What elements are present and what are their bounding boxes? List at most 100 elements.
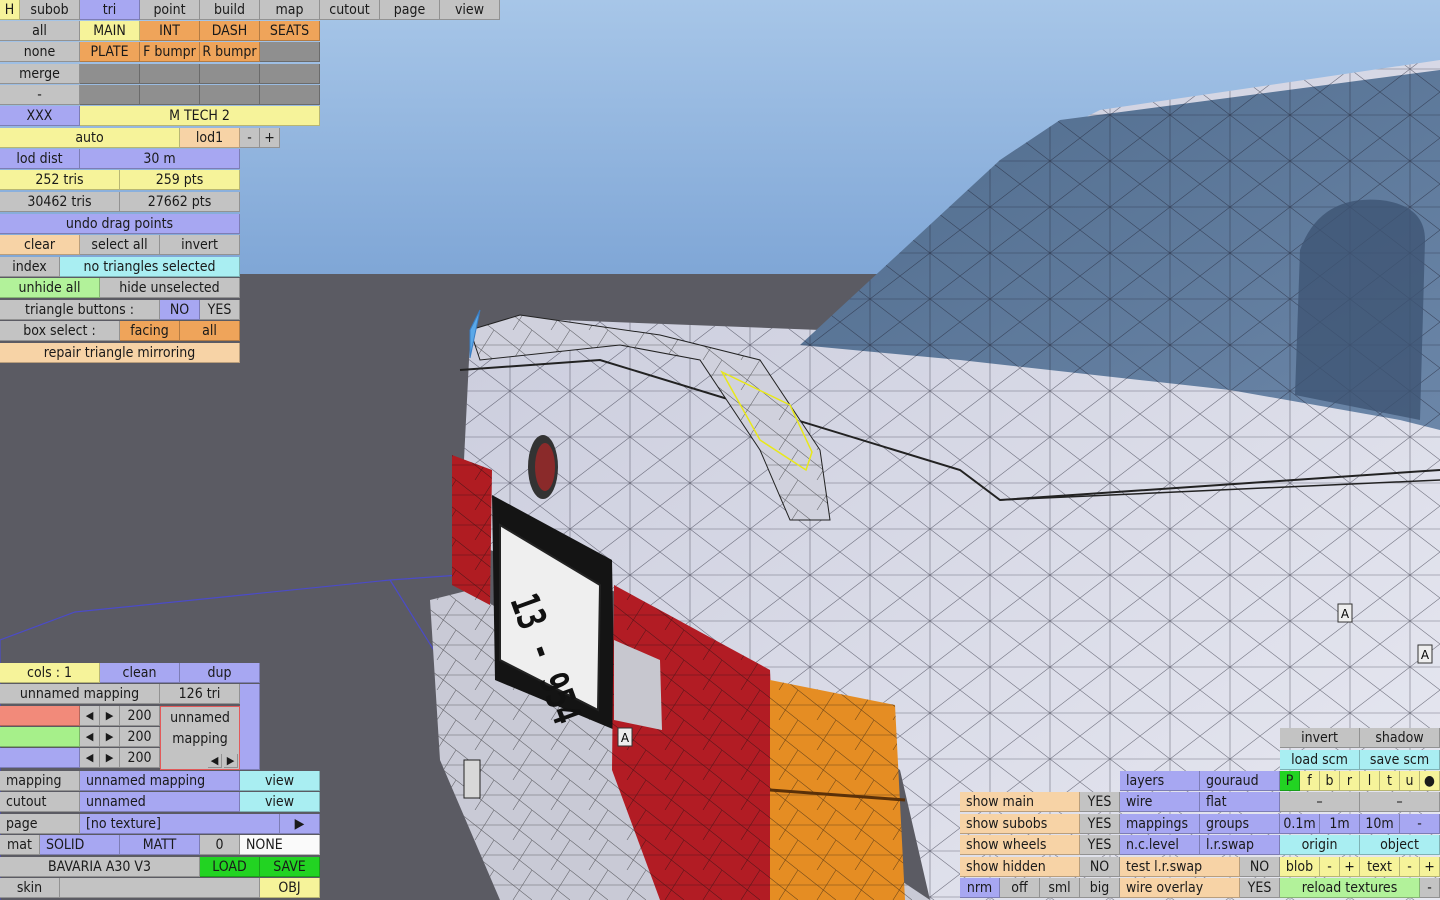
lod-dist-value[interactable]: 30 m — [80, 149, 240, 169]
wire-button[interactable]: wire — [1120, 792, 1200, 812]
decrement-icon[interactable]: ◀ — [80, 748, 100, 768]
view-left[interactable]: l — [1360, 771, 1380, 791]
dup-button[interactable]: dup — [180, 663, 260, 683]
menu-h[interactable]: H — [0, 0, 20, 20]
lod-minus-button[interactable]: - — [240, 128, 260, 148]
red-value[interactable]: 200 — [120, 706, 160, 726]
subob-empty[interactable] — [200, 85, 260, 105]
text-plus-button[interactable]: + — [1420, 857, 1440, 877]
subob-empty[interactable] — [260, 64, 320, 84]
load-button[interactable]: LOAD — [200, 857, 260, 877]
subobject-name[interactable]: M TECH 2 — [80, 106, 320, 126]
object-button[interactable]: object — [1360, 835, 1440, 855]
grid-1m-button[interactable]: 1m — [1320, 814, 1360, 834]
view-right[interactable]: r — [1340, 771, 1360, 791]
normals-nrm[interactable]: nrm — [960, 878, 1000, 898]
menu-cutout[interactable]: cutout — [320, 0, 380, 20]
flat-button[interactable]: flat — [1200, 792, 1280, 812]
menu-subob[interactable]: subob — [20, 0, 80, 20]
show-main-toggle[interactable]: YES — [1080, 792, 1120, 812]
obj-button[interactable]: OBJ — [260, 878, 320, 898]
subob-r-bumpr[interactable]: R bumpr — [200, 42, 260, 62]
menu-map[interactable]: map — [260, 0, 320, 20]
view-front[interactable]: f — [1300, 771, 1320, 791]
mapping-selector[interactable]: unnamed mapping — [80, 771, 240, 791]
load-scm-button[interactable]: load scm — [1280, 750, 1360, 770]
test-lr-swap-toggle[interactable]: NO — [1240, 857, 1280, 877]
menu-tri[interactable]: tri — [80, 0, 140, 20]
car-name[interactable]: BAVARIA A30 V3 — [0, 857, 200, 877]
reload-textures-button[interactable]: reload textures — [1280, 878, 1420, 898]
show-hidden-toggle[interactable]: NO — [1080, 857, 1120, 877]
blue-value[interactable]: 200 — [120, 748, 160, 768]
index-button[interactable]: index — [0, 257, 60, 277]
unhide-all-button[interactable]: unhide all — [0, 278, 100, 298]
select-all-button[interactable]: all — [0, 21, 80, 41]
subob-empty[interactable] — [260, 42, 320, 62]
decrement-icon[interactable]: ◀ — [80, 706, 100, 726]
triangle-buttons-yes[interactable]: YES — [200, 300, 240, 320]
subob-seats[interactable]: SEATS — [260, 21, 320, 41]
mapping-name[interactable]: unnamed mapping — [0, 684, 160, 704]
blob-button[interactable]: blob — [1280, 857, 1320, 877]
subob-f-bumpr[interactable]: F bumpr — [140, 42, 200, 62]
menu-view[interactable]: view — [440, 0, 500, 20]
hide-unselected-button[interactable]: hide unselected — [100, 278, 240, 298]
green-channel-slider[interactable] — [0, 727, 80, 747]
origin-button[interactable]: origin — [1280, 835, 1360, 855]
mapping-view-button[interactable]: view — [240, 771, 320, 791]
normals-off[interactable]: off — [1000, 878, 1040, 898]
dash-button[interactable]: - — [0, 85, 80, 105]
wire-overlay-toggle[interactable]: YES — [1240, 878, 1280, 898]
increment-icon[interactable]: ▶ — [100, 727, 120, 747]
grid-dash-button[interactable]: - — [1400, 814, 1440, 834]
page-selector[interactable]: [no texture] — [80, 814, 280, 834]
lod-auto-button[interactable]: auto — [0, 128, 180, 148]
subob-main[interactable]: MAIN — [80, 21, 140, 41]
view-perspective[interactable]: P — [1280, 771, 1300, 791]
view-top[interactable]: t — [1380, 771, 1400, 791]
increment-icon[interactable]: ▶ — [100, 748, 120, 768]
next-icon[interactable]: ▶ — [224, 754, 238, 768]
select-none-button[interactable]: none — [0, 42, 80, 62]
view-back[interactable]: b — [1320, 771, 1340, 791]
normals-big[interactable]: big — [1080, 878, 1120, 898]
gouraud-button[interactable]: gouraud — [1200, 771, 1280, 791]
decrement-icon[interactable]: ◀ — [80, 727, 100, 747]
merge-button[interactable]: merge — [0, 64, 80, 84]
select-all-tris-button[interactable]: select all — [80, 235, 160, 255]
menu-point[interactable]: point — [140, 0, 200, 20]
lr-swap-button[interactable]: l.r.swap — [1200, 835, 1280, 855]
view-dot-icon[interactable]: ● — [1420, 771, 1440, 791]
menu-build[interactable]: build — [200, 0, 260, 20]
subob-empty[interactable] — [80, 64, 140, 84]
mappings-button[interactable]: mappings — [1120, 814, 1200, 834]
repair-mirroring-button[interactable]: repair triangle mirroring — [0, 343, 240, 363]
grid-01m-button[interactable]: 0.1m — [1280, 814, 1320, 834]
shadow-button[interactable]: shadow — [1360, 728, 1440, 748]
blob-plus-button[interactable]: + — [1340, 857, 1360, 877]
text-button[interactable]: text — [1360, 857, 1400, 877]
triangle-buttons-no[interactable]: NO — [160, 300, 200, 320]
save-scm-button[interactable]: save scm — [1360, 750, 1440, 770]
cols-label[interactable]: cols : 1 — [0, 663, 100, 683]
save-button[interactable]: SAVE — [260, 857, 320, 877]
grid-plus-button[interactable]: – — [1360, 792, 1440, 812]
show-wheels-toggle[interactable]: YES — [1080, 835, 1120, 855]
cutout-view-button[interactable]: view — [240, 792, 320, 812]
nc-level-button[interactable]: n.c.level — [1120, 835, 1200, 855]
matt-button[interactable]: MATT — [120, 835, 200, 855]
lod-plus-button[interactable]: + — [260, 128, 280, 148]
mapping-scrollbar[interactable] — [240, 684, 260, 770]
clear-button[interactable]: clear — [0, 235, 80, 255]
prev-icon[interactable]: ◀ — [208, 754, 222, 768]
subob-int[interactable]: INT — [140, 21, 200, 41]
show-subobs-toggle[interactable]: YES — [1080, 814, 1120, 834]
grid-minus-button[interactable]: – — [1280, 792, 1360, 812]
xxx-button[interactable]: XXX — [0, 106, 80, 126]
subob-empty[interactable] — [260, 85, 320, 105]
subob-dash[interactable]: DASH — [200, 21, 260, 41]
invert-button[interactable]: invert — [1280, 728, 1360, 748]
skin-selector[interactable] — [60, 878, 260, 898]
groups-button[interactable]: groups — [1200, 814, 1280, 834]
